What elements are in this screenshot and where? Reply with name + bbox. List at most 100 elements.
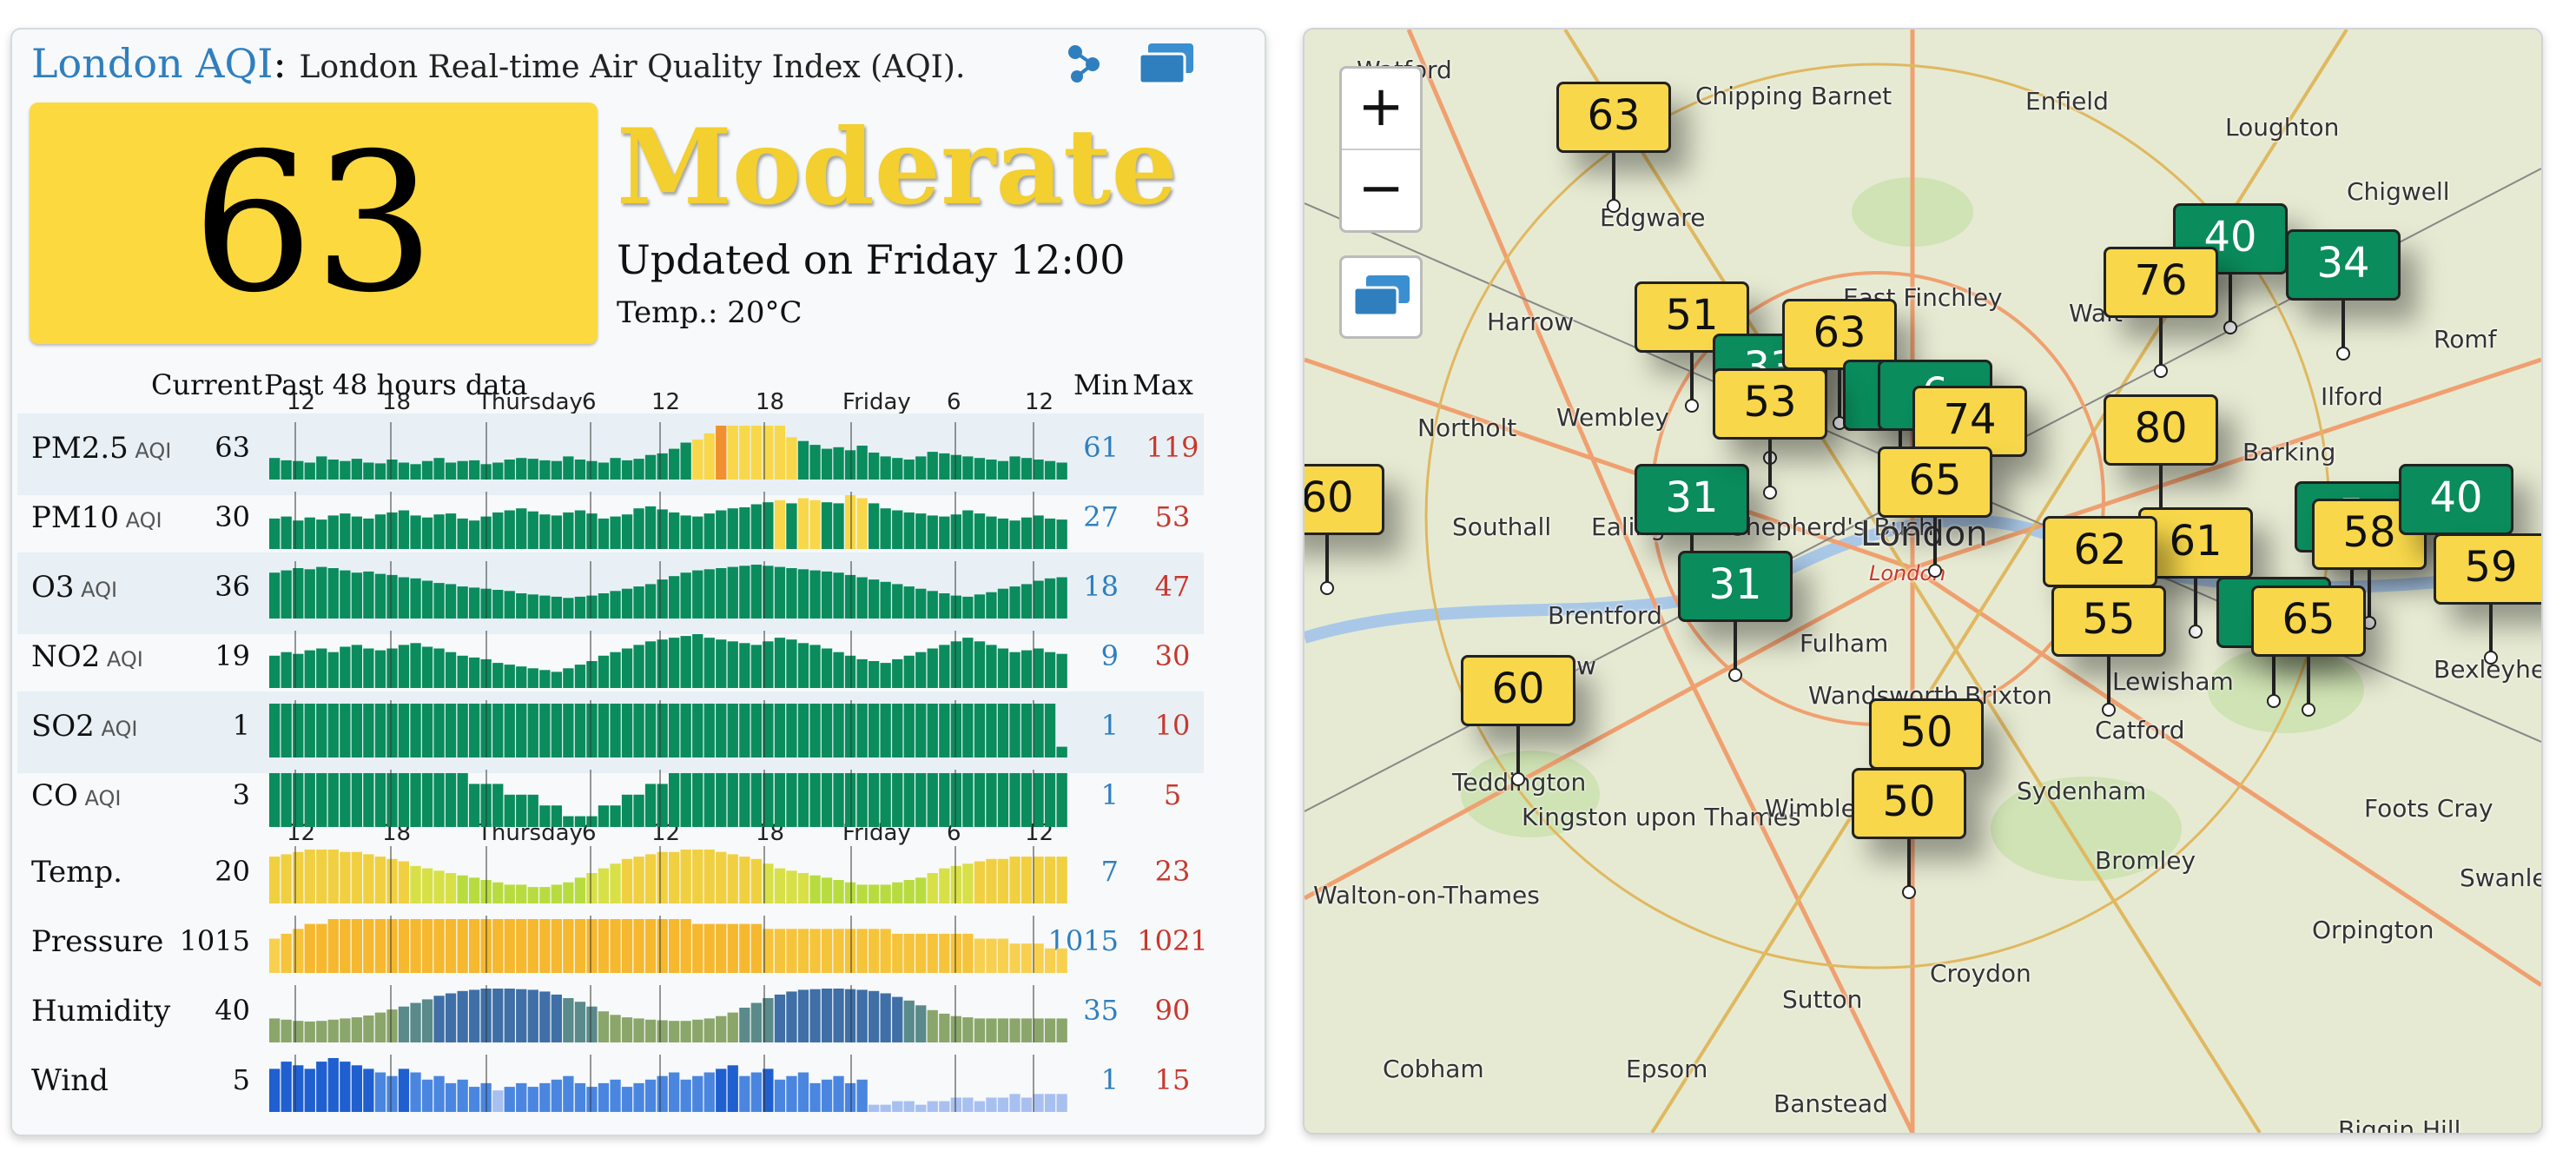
chart-humidity[interactable] xyxy=(269,985,1068,1044)
zoom-out-button[interactable]: − xyxy=(1342,150,1420,230)
bar xyxy=(633,459,644,480)
chart-co[interactable] xyxy=(269,770,1068,829)
chart-pm25[interactable] xyxy=(269,422,1068,481)
bar xyxy=(774,704,786,758)
bar xyxy=(492,663,504,688)
station-marker[interactable]: 62 xyxy=(2043,516,2157,647)
place-label: Fulham xyxy=(1800,629,1889,658)
station-marker[interactable]: 55 xyxy=(2051,586,2166,717)
bar xyxy=(680,515,691,549)
zoom-in-button[interactable]: + xyxy=(1342,69,1420,150)
windows-icon[interactable] xyxy=(1136,40,1197,87)
station-marker[interactable]: 34 xyxy=(2286,229,2401,361)
bar xyxy=(1044,773,1056,827)
bar xyxy=(1033,943,1044,973)
bar xyxy=(657,784,668,827)
bar xyxy=(469,587,480,619)
station-marker[interactable]: 50 xyxy=(1869,698,1984,830)
bar xyxy=(398,462,410,480)
bar xyxy=(398,1068,410,1112)
bar xyxy=(892,933,903,973)
bar xyxy=(786,1075,797,1112)
bar xyxy=(680,850,691,903)
layers-button[interactable] xyxy=(1339,255,1423,339)
chart-so2[interactable] xyxy=(269,700,1068,759)
station-marker[interactable]: 65 xyxy=(2251,586,2366,717)
current-value-co: 3 xyxy=(232,778,250,811)
bar xyxy=(833,773,844,827)
axis-label: 6 xyxy=(947,389,961,415)
station-marker[interactable]: 65 xyxy=(1878,447,1992,578)
bar xyxy=(809,875,821,903)
bar xyxy=(398,919,410,973)
bar xyxy=(327,1058,339,1112)
bar xyxy=(786,991,797,1042)
bar xyxy=(997,773,1009,827)
bar xyxy=(410,773,421,827)
bar xyxy=(727,1012,738,1042)
bar xyxy=(610,458,621,480)
bar xyxy=(939,593,950,619)
chart-wind[interactable] xyxy=(269,1055,1068,1114)
bar xyxy=(269,655,281,688)
bar xyxy=(374,857,386,903)
bar xyxy=(621,460,633,480)
city-aqi-link[interactable]: London AQI xyxy=(31,40,273,87)
station-marker[interactable]: 31 xyxy=(1635,464,1749,595)
bar xyxy=(915,1104,927,1112)
bar xyxy=(939,516,950,549)
chart-temp[interactable] xyxy=(269,846,1068,905)
bar xyxy=(1044,460,1056,480)
bar xyxy=(351,704,362,758)
bar xyxy=(669,576,680,619)
station-marker[interactable]: 40 xyxy=(2399,464,2513,595)
bar xyxy=(363,648,374,688)
place-label: Biggin Hill xyxy=(2338,1115,2461,1135)
bar xyxy=(821,773,833,827)
station-marker[interactable]: 63 xyxy=(1556,82,1671,213)
station-marker[interactable]: 50 xyxy=(1852,768,1966,899)
series-name: PM2.5 xyxy=(31,431,129,466)
bar xyxy=(421,646,433,688)
bar xyxy=(421,868,433,903)
bar xyxy=(833,572,844,619)
bar xyxy=(304,1021,315,1042)
bar xyxy=(398,1006,410,1042)
station-marker[interactable]: 60 xyxy=(1461,655,1575,786)
place-label: Northolt xyxy=(1417,413,1517,442)
share-icon[interactable] xyxy=(1063,40,1110,87)
bar xyxy=(327,919,339,973)
bar xyxy=(657,1020,668,1042)
bar xyxy=(492,882,504,903)
bar xyxy=(809,989,821,1042)
chart-pm10[interactable] xyxy=(269,492,1068,551)
chart-o3[interactable] xyxy=(269,561,1068,620)
bar xyxy=(974,938,986,973)
station-marker[interactable]: 59 xyxy=(2434,533,2541,665)
bar xyxy=(750,923,762,973)
chart-pressure[interactable] xyxy=(269,916,1068,975)
bar xyxy=(1020,1018,1033,1042)
bar xyxy=(304,704,315,758)
marker-pin xyxy=(1763,437,1777,499)
chart-no2[interactable] xyxy=(269,631,1068,690)
marker-pin xyxy=(1902,837,1916,899)
bar xyxy=(633,508,644,549)
bar xyxy=(563,668,574,688)
station-marker[interactable]: 60 xyxy=(1305,464,1384,595)
bar xyxy=(469,460,480,480)
bar xyxy=(774,994,786,1042)
bar xyxy=(809,773,821,827)
unit-label: AQI xyxy=(118,508,162,533)
bar xyxy=(574,665,586,688)
bar xyxy=(786,773,797,827)
bar xyxy=(398,773,410,827)
bar xyxy=(269,704,281,758)
station-marker[interactable]: 76 xyxy=(2104,247,2218,378)
station-marker[interactable]: 80 xyxy=(2104,394,2218,526)
station-marker[interactable]: 31 xyxy=(1678,551,1793,682)
station-marker[interactable]: 53 xyxy=(1713,368,1827,499)
aqi-map[interactable]: WatfordChipping BarnetEnfieldLoughtonEdg… xyxy=(1303,28,2543,1135)
bar xyxy=(962,456,974,480)
place-label: Barking xyxy=(2242,438,2336,466)
